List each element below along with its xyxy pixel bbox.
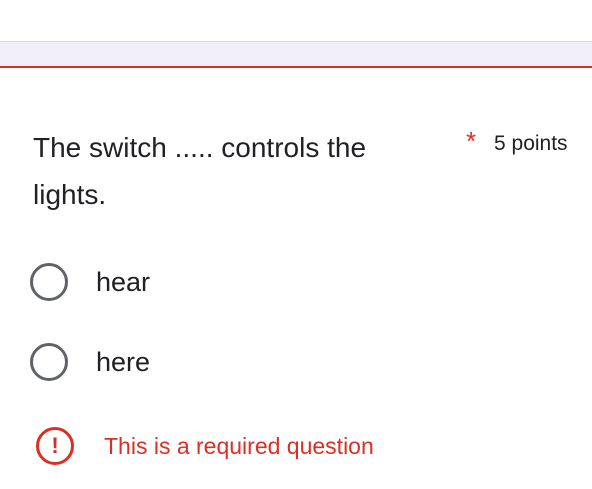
radio-button[interactable] [30, 263, 68, 301]
required-error: ! This is a required question [36, 424, 374, 468]
exclamation-icon: ! [36, 427, 74, 465]
points-label: 5 points [494, 132, 568, 155]
question-title: The switch ..... controls the lights. [33, 132, 367, 210]
previous-section-background [0, 0, 592, 42]
radio-option-hear[interactable]: hear [30, 260, 330, 304]
option-label: hear [96, 266, 151, 297]
radio-option-here[interactable]: here [30, 340, 330, 384]
question-card: The switch ..... controls the lights. * … [0, 66, 592, 489]
radio-button[interactable] [30, 343, 68, 381]
divider [0, 41, 592, 42]
option-label: here [96, 346, 151, 377]
required-asterisk: * [466, 126, 477, 156]
error-message: This is a required question [104, 432, 374, 459]
